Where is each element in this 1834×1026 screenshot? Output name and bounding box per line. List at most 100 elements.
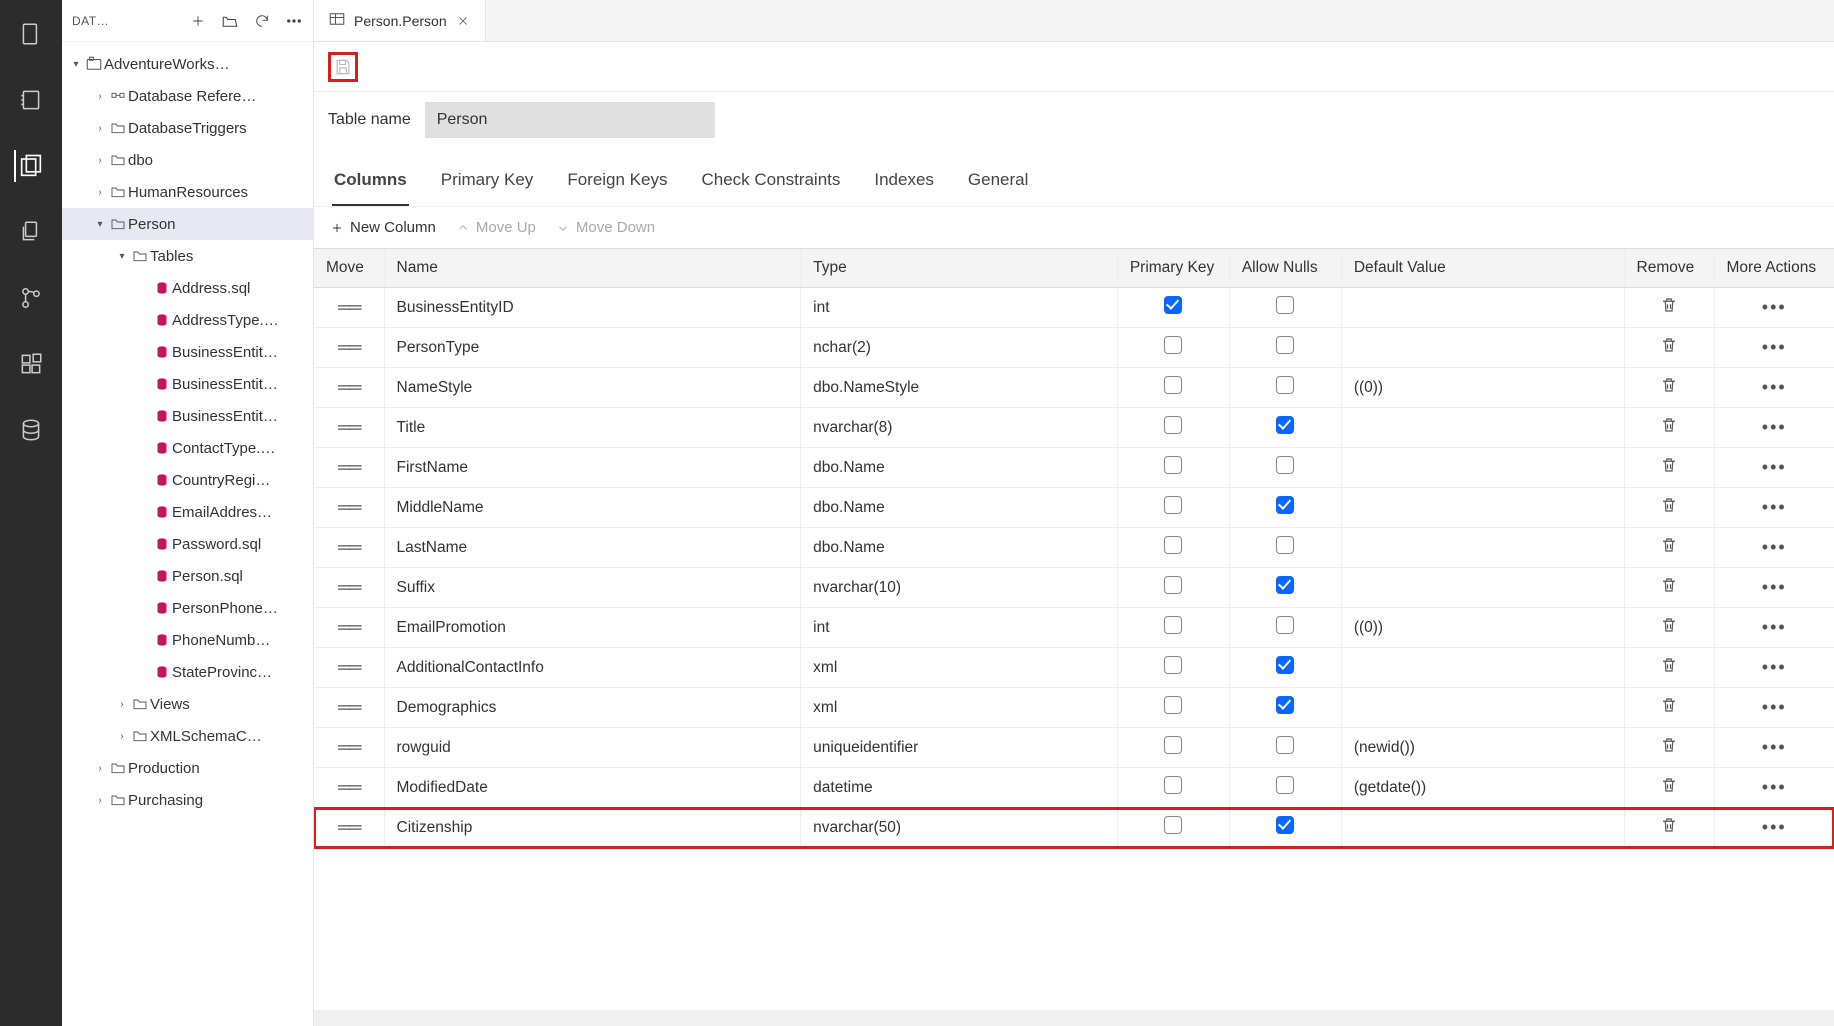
activity-branch-icon[interactable] — [15, 282, 47, 314]
column-row[interactable]: ══BusinessEntityIDint••• — [314, 288, 1834, 328]
default-value[interactable] — [1341, 528, 1624, 568]
column-name[interactable]: Suffix — [384, 568, 801, 608]
twisty-icon[interactable]: ▾ — [114, 251, 130, 262]
column-name[interactable]: EmailPromotion — [384, 608, 801, 648]
tree-item[interactable]: ›XMLSchemaC… — [62, 720, 313, 752]
section-tab-check-constraints[interactable]: Check Constraints — [699, 160, 842, 206]
close-icon[interactable] — [455, 13, 471, 29]
drag-handle-icon[interactable]: ══ — [338, 337, 360, 358]
column-name[interactable]: Title — [384, 408, 801, 448]
delete-icon[interactable] — [1660, 536, 1678, 554]
twisty-icon[interactable]: › — [92, 155, 108, 166]
column-name[interactable]: LastName — [384, 528, 801, 568]
tree-item[interactable]: ▾Person — [62, 208, 313, 240]
twisty-icon[interactable]: › — [114, 699, 130, 710]
column-type[interactable]: int — [801, 608, 1118, 648]
delete-icon[interactable] — [1660, 616, 1678, 634]
drag-handle-icon[interactable]: ══ — [338, 737, 360, 758]
drag-handle-icon[interactable]: ══ — [338, 457, 360, 478]
column-name[interactable]: AdditionalContactInfo — [384, 648, 801, 688]
default-value[interactable] — [1341, 448, 1624, 488]
delete-icon[interactable] — [1660, 296, 1678, 314]
more-actions-icon[interactable]: ••• — [1762, 657, 1787, 677]
column-type[interactable]: nvarchar(8) — [801, 408, 1118, 448]
column-name[interactable]: Demographics — [384, 688, 801, 728]
primary-key-checkbox[interactable] — [1164, 736, 1182, 754]
allow-nulls-checkbox[interactable] — [1276, 776, 1294, 794]
delete-icon[interactable] — [1660, 696, 1678, 714]
section-tab-columns[interactable]: Columns — [332, 160, 409, 206]
default-value[interactable] — [1341, 288, 1624, 328]
more-actions-icon[interactable]: ••• — [1762, 577, 1787, 597]
tree-item[interactable]: ›HumanResources — [62, 176, 313, 208]
column-row[interactable]: ══Titlenvarchar(8)••• — [314, 408, 1834, 448]
column-row[interactable]: ══ Suffixnvarchar(10) ••• — [314, 568, 1834, 608]
more-actions-icon[interactable]: ••• — [1762, 537, 1787, 557]
column-name[interactable]: BusinessEntityID — [384, 288, 801, 328]
delete-icon[interactable] — [1660, 376, 1678, 394]
explorer-tree[interactable]: ▾ AdventureWorks… ›Database Refere…›Data… — [62, 42, 313, 1026]
column-row[interactable]: ══ModifiedDatedatetime(getdate())••• — [314, 768, 1834, 808]
move-down-button[interactable]: Move Down — [556, 219, 655, 236]
primary-key-checkbox[interactable] — [1164, 336, 1182, 354]
column-row[interactable]: ══rowguiduniqueidentifier(newid())••• — [314, 728, 1834, 768]
tree-item[interactable]: CountryRegi… — [62, 464, 313, 496]
column-type[interactable]: dbo.Name — [801, 488, 1118, 528]
column-name[interactable]: PersonType — [384, 328, 801, 368]
activity-database-icon[interactable] — [15, 414, 47, 446]
default-value[interactable]: ((0)) — [1341, 608, 1624, 648]
twisty-icon[interactable]: › — [92, 91, 108, 102]
column-type[interactable]: nvarchar(10) — [801, 568, 1118, 608]
column-type[interactable]: dbo.NameStyle — [801, 368, 1118, 408]
tab-person-person[interactable]: Person.Person — [314, 0, 486, 41]
column-name[interactable]: ModifiedDate — [384, 768, 801, 808]
delete-icon[interactable] — [1660, 576, 1678, 594]
delete-icon[interactable] — [1660, 416, 1678, 434]
tree-item[interactable]: ›DatabaseTriggers — [62, 112, 313, 144]
more-actions-icon[interactable]: ••• — [1762, 417, 1787, 437]
save-button[interactable] — [328, 52, 358, 82]
column-type[interactable]: int — [801, 288, 1118, 328]
primary-key-checkbox[interactable] — [1164, 576, 1182, 594]
drag-handle-icon[interactable]: ══ — [338, 577, 360, 598]
tree-item[interactable]: AddressType.… — [62, 304, 313, 336]
default-value[interactable]: ((0)) — [1341, 368, 1624, 408]
more-actions-icon[interactable]: ••• — [1762, 617, 1787, 637]
allow-nulls-checkbox[interactable] — [1276, 696, 1294, 714]
primary-key-checkbox[interactable] — [1164, 416, 1182, 434]
activity-files-icon[interactable] — [14, 150, 46, 182]
drag-handle-icon[interactable]: ══ — [338, 697, 360, 718]
allow-nulls-checkbox[interactable] — [1276, 336, 1294, 354]
column-type[interactable]: nvarchar(50) — [801, 808, 1118, 848]
drag-handle-icon[interactable]: ══ — [338, 537, 360, 558]
default-value[interactable]: (getdate()) — [1341, 768, 1624, 808]
allow-nulls-checkbox[interactable] — [1276, 816, 1294, 834]
default-value[interactable] — [1341, 568, 1624, 608]
twisty-icon[interactable]: › — [92, 123, 108, 134]
column-type[interactable]: xml — [801, 688, 1118, 728]
refresh-icon[interactable] — [253, 12, 271, 30]
column-name[interactable]: rowguid — [384, 728, 801, 768]
column-row[interactable]: ══Demographicsxml••• — [314, 688, 1834, 728]
more-actions-icon[interactable]: ••• — [1762, 497, 1787, 517]
default-value[interactable] — [1341, 408, 1624, 448]
activity-copy-icon[interactable] — [15, 216, 47, 248]
tree-item[interactable]: ›Views — [62, 688, 313, 720]
more-actions-icon[interactable]: ••• — [1762, 737, 1787, 757]
delete-icon[interactable] — [1660, 656, 1678, 674]
open-folder-icon[interactable] — [221, 12, 239, 30]
allow-nulls-checkbox[interactable] — [1276, 616, 1294, 634]
more-actions-icon[interactable]: ••• — [1762, 337, 1787, 357]
tree-item[interactable]: ContactType.… — [62, 432, 313, 464]
tree-item[interactable]: ›Purchasing — [62, 784, 313, 816]
more-actions-icon[interactable]: ••• — [1762, 817, 1787, 837]
column-row[interactable]: ══NameStyledbo.NameStyle((0))••• — [314, 368, 1834, 408]
more-icon[interactable] — [285, 12, 303, 30]
delete-icon[interactable] — [1660, 816, 1678, 834]
allow-nulls-checkbox[interactable] — [1276, 736, 1294, 754]
primary-key-checkbox[interactable] — [1164, 496, 1182, 514]
column-type[interactable]: dbo.Name — [801, 448, 1118, 488]
horizontal-scrollbar[interactable] — [314, 1010, 1834, 1026]
primary-key-checkbox[interactable] — [1164, 776, 1182, 794]
twisty-icon[interactable]: › — [92, 763, 108, 774]
